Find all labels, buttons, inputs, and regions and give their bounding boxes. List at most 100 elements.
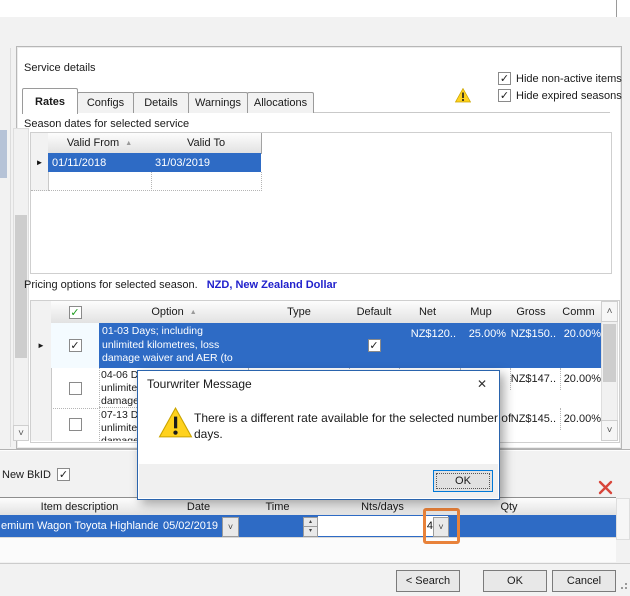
time-spin-down-button[interactable]: ▾ <box>303 526 318 537</box>
button-label: < Search <box>406 575 450 587</box>
pricing-row1-default-cell[interactable]: ✓ <box>349 323 399 368</box>
pricing-col-gross[interactable]: Gross <box>506 301 557 324</box>
pricing-scroll-up-button[interactable]: ˄ <box>601 301 618 322</box>
select-all-checkbox[interactable]: ✓ <box>69 306 82 319</box>
booking-col-item[interactable]: Item description <box>0 498 160 516</box>
pricing-row3-select-cell[interactable] <box>51 408 100 441</box>
cell-value: 25.00% <box>469 328 506 340</box>
close-icon: ✕ <box>477 377 487 391</box>
button-label: Cancel <box>567 575 601 587</box>
tab-rates[interactable]: Rates <box>22 88 78 114</box>
season-row-header[interactable]: ► <box>31 153 49 172</box>
row-checkbox[interactable]: ✓ <box>69 339 82 352</box>
booking-grid: Item description Date Time Nts/days Qty … <box>0 497 630 563</box>
pricing-row1-net[interactable]: NZ$120.. <box>399 323 460 345</box>
top-strip <box>0 0 630 17</box>
cell-value: 31/03/2019 <box>155 157 210 169</box>
resize-grip[interactable] <box>621 587 623 589</box>
check-icon: ✓ <box>500 90 509 102</box>
pricing-col-net[interactable]: Net <box>399 301 457 324</box>
tab-configs[interactable]: Configs <box>77 92 134 113</box>
warning-icon <box>455 88 471 103</box>
season-valid-to-cell[interactable]: 31/03/2019 <box>151 153 261 172</box>
dialog-ok-button[interactable]: OK <box>433 470 493 492</box>
column-label: Qty <box>500 501 517 513</box>
tab-warnings[interactable]: Warnings <box>188 92 248 113</box>
pricing-col-type[interactable]: Type <box>249 301 350 324</box>
tab-allocations[interactable]: Allocations <box>247 92 314 113</box>
pricing-row1-select-cell[interactable]: ✓ <box>51 323 100 368</box>
scroll-up-icon: ˄ <box>607 306 613 317</box>
top-divider <box>616 0 617 17</box>
cell-value: 20.00% <box>564 373 601 385</box>
dialog-message-line2: days. <box>194 427 223 441</box>
dialog-warning-icon <box>158 407 193 439</box>
booking-date-cell[interactable]: 05/02/2019 <box>163 515 223 537</box>
booking-scrollbar[interactable] <box>616 498 630 540</box>
row-pointer-icon: ► <box>37 341 45 350</box>
cell-value: emium Wagon Toyota Highlander AWD o.. <box>1 520 158 532</box>
season-empty-row-header <box>31 172 49 191</box>
booking-item-cell[interactable]: emium Wagon Toyota Highlander AWD o.. <box>1 515 158 537</box>
default-checkbox[interactable]: ✓ <box>368 339 381 352</box>
tab-details[interactable]: Details <box>133 92 189 113</box>
search-button[interactable]: < Search <box>396 570 460 592</box>
dialog-close-button[interactable]: ✕ <box>468 373 496 394</box>
nts-days-value[interactable]: 4 <box>318 516 437 536</box>
pricing-col-default[interactable]: Default <box>349 301 400 324</box>
booking-col-qty[interactable]: Qty <box>448 498 571 516</box>
cell-value: NZ$147.. <box>511 373 556 385</box>
button-label: OK <box>455 475 471 487</box>
pricing-row1-mup[interactable]: 25.00% <box>456 323 510 345</box>
nts-days-highlight-box <box>423 508 460 544</box>
season-col-valid-to[interactable]: Valid To <box>151 133 262 154</box>
sort-asc-icon: ▲ <box>190 309 197 316</box>
button-label: OK <box>507 575 523 587</box>
pricing-row2-gross[interactable]: NZ$147.. <box>506 368 561 390</box>
season-empty-cell <box>48 172 152 191</box>
column-label: Valid From <box>67 137 119 149</box>
pricing-col-comm[interactable]: Comm <box>556 301 602 324</box>
column-label: Date <box>187 501 210 513</box>
column-label: Mup <box>470 306 491 318</box>
new-bkid-label: New BkID <box>2 469 51 481</box>
pricing-currency: NZD, New Zealand Dollar <box>207 279 337 291</box>
check-icon: ✓ <box>59 469 68 481</box>
footer-divider <box>0 563 630 564</box>
column-label: Valid To <box>187 137 225 149</box>
hide-nonactive-checkbox[interactable]: ✓ <box>498 72 511 85</box>
booking-col-date[interactable]: Date <box>159 498 239 516</box>
hide-expired-checkbox[interactable]: ✓ <box>498 89 511 102</box>
season-col-valid-from[interactable]: Valid From ▲ <box>48 133 152 154</box>
pricing-row3-gross[interactable]: NZ$145.. <box>506 408 561 430</box>
pricing-row3-comm[interactable]: 20.00% <box>556 408 605 430</box>
delete-icon[interactable] <box>597 479 614 496</box>
pricing-col-option[interactable]: Option ▲ <box>99 301 250 324</box>
column-label: Type <box>287 306 311 318</box>
pricing-row1-header[interactable]: ► <box>31 323 52 368</box>
pricing-col-mup[interactable]: Mup <box>456 301 507 324</box>
season-section-label: Season dates for selected service <box>24 118 189 130</box>
row-checkbox[interactable] <box>69 382 82 395</box>
message-dialog[interactable]: Tourwriter Message ✕ There is a differen… <box>137 370 500 500</box>
season-valid-from-cell[interactable]: 01/11/2018 <box>48 153 151 172</box>
pricing-row2-comm[interactable]: 20.00% <box>556 368 605 390</box>
pricing-row2-header[interactable] <box>31 368 52 409</box>
ok-button[interactable]: OK <box>483 570 547 592</box>
pricing-row2-select-cell[interactable] <box>51 368 100 409</box>
spin-down-icon: ▾ <box>309 527 312 536</box>
date-dropdown-button[interactable]: ˅ <box>222 517 239 537</box>
pricing-col-select[interactable]: ✓ <box>51 301 100 324</box>
booking-col-time[interactable]: Time <box>238 498 318 516</box>
check-icon: ✓ <box>70 307 79 319</box>
pricing-row3-header[interactable] <box>31 408 52 441</box>
cancel-button[interactable]: Cancel <box>552 570 616 592</box>
pricing-row1-gross[interactable]: NZ$150.. <box>506 323 560 345</box>
left-scrollbar-down-button[interactable]: ˅ <box>13 425 29 441</box>
pricing-row1-comm[interactable]: 20.00% <box>556 323 605 345</box>
new-bkid-checkbox[interactable]: ✓ <box>57 468 70 481</box>
row-checkbox[interactable] <box>69 418 82 431</box>
hide-expired-label: Hide expired seasons <box>516 90 622 102</box>
cell-value: 05/02/2019 <box>163 520 218 532</box>
cell-value: NZ$120.. <box>411 328 456 340</box>
